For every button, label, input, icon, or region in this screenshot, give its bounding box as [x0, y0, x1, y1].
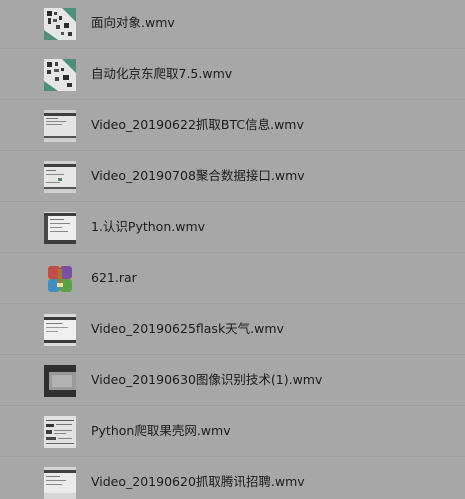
file-row[interactable]: 1.认识Python.wmv [0, 202, 465, 253]
file-name: Video_20190620抓取腾讯招聘.wmv [91, 474, 305, 489]
file-row[interactable]: Video_20190620抓取腾讯招聘.wmv [0, 457, 465, 499]
file-name: Video_20190625flask天气.wmv [91, 321, 284, 336]
video-thumbnail-icon [44, 59, 76, 91]
file-row[interactable]: Video_20190625flask天气.wmv [0, 304, 465, 355]
file-row[interactable]: 自动化京东爬取7.5.wmv [0, 49, 465, 100]
file-name: 1.认识Python.wmv [91, 219, 206, 234]
file-row[interactable]: Video_20190622抓取BTC信息.wmv [0, 100, 465, 151]
file-name: 面向对象.wmv [91, 15, 175, 30]
file-name: 621.rar [91, 270, 137, 285]
file-row[interactable]: 面向对象.wmv [0, 0, 465, 49]
file-row[interactable]: Python爬取果壳网.wmv [0, 406, 465, 457]
archive-icon [44, 263, 76, 295]
file-row[interactable]: 621.rar [0, 253, 465, 304]
video-thumbnail-icon [44, 467, 76, 499]
file-list: 面向对象.wmv 自动化京东爬取7.5.wmv Video_20190622抓取… [0, 0, 465, 499]
video-thumbnail-icon [44, 8, 76, 40]
video-thumbnail-icon [44, 365, 76, 397]
video-thumbnail-icon [44, 161, 76, 193]
file-name: Python爬取果壳网.wmv [91, 423, 231, 438]
file-name: Video_20190708聚合数据接口.wmv [91, 168, 305, 183]
file-row[interactable]: Video_20190708聚合数据接口.wmv [0, 151, 465, 202]
file-name: Video_20190622抓取BTC信息.wmv [91, 117, 304, 132]
video-thumbnail-icon [44, 212, 76, 244]
file-name: Video_20190630图像识别技术(1).wmv [91, 372, 323, 387]
video-thumbnail-icon [44, 110, 76, 142]
video-thumbnail-icon [44, 416, 76, 448]
file-row[interactable]: Video_20190630图像识别技术(1).wmv [0, 355, 465, 406]
video-thumbnail-icon [44, 314, 76, 346]
file-name: 自动化京东爬取7.5.wmv [91, 66, 233, 81]
